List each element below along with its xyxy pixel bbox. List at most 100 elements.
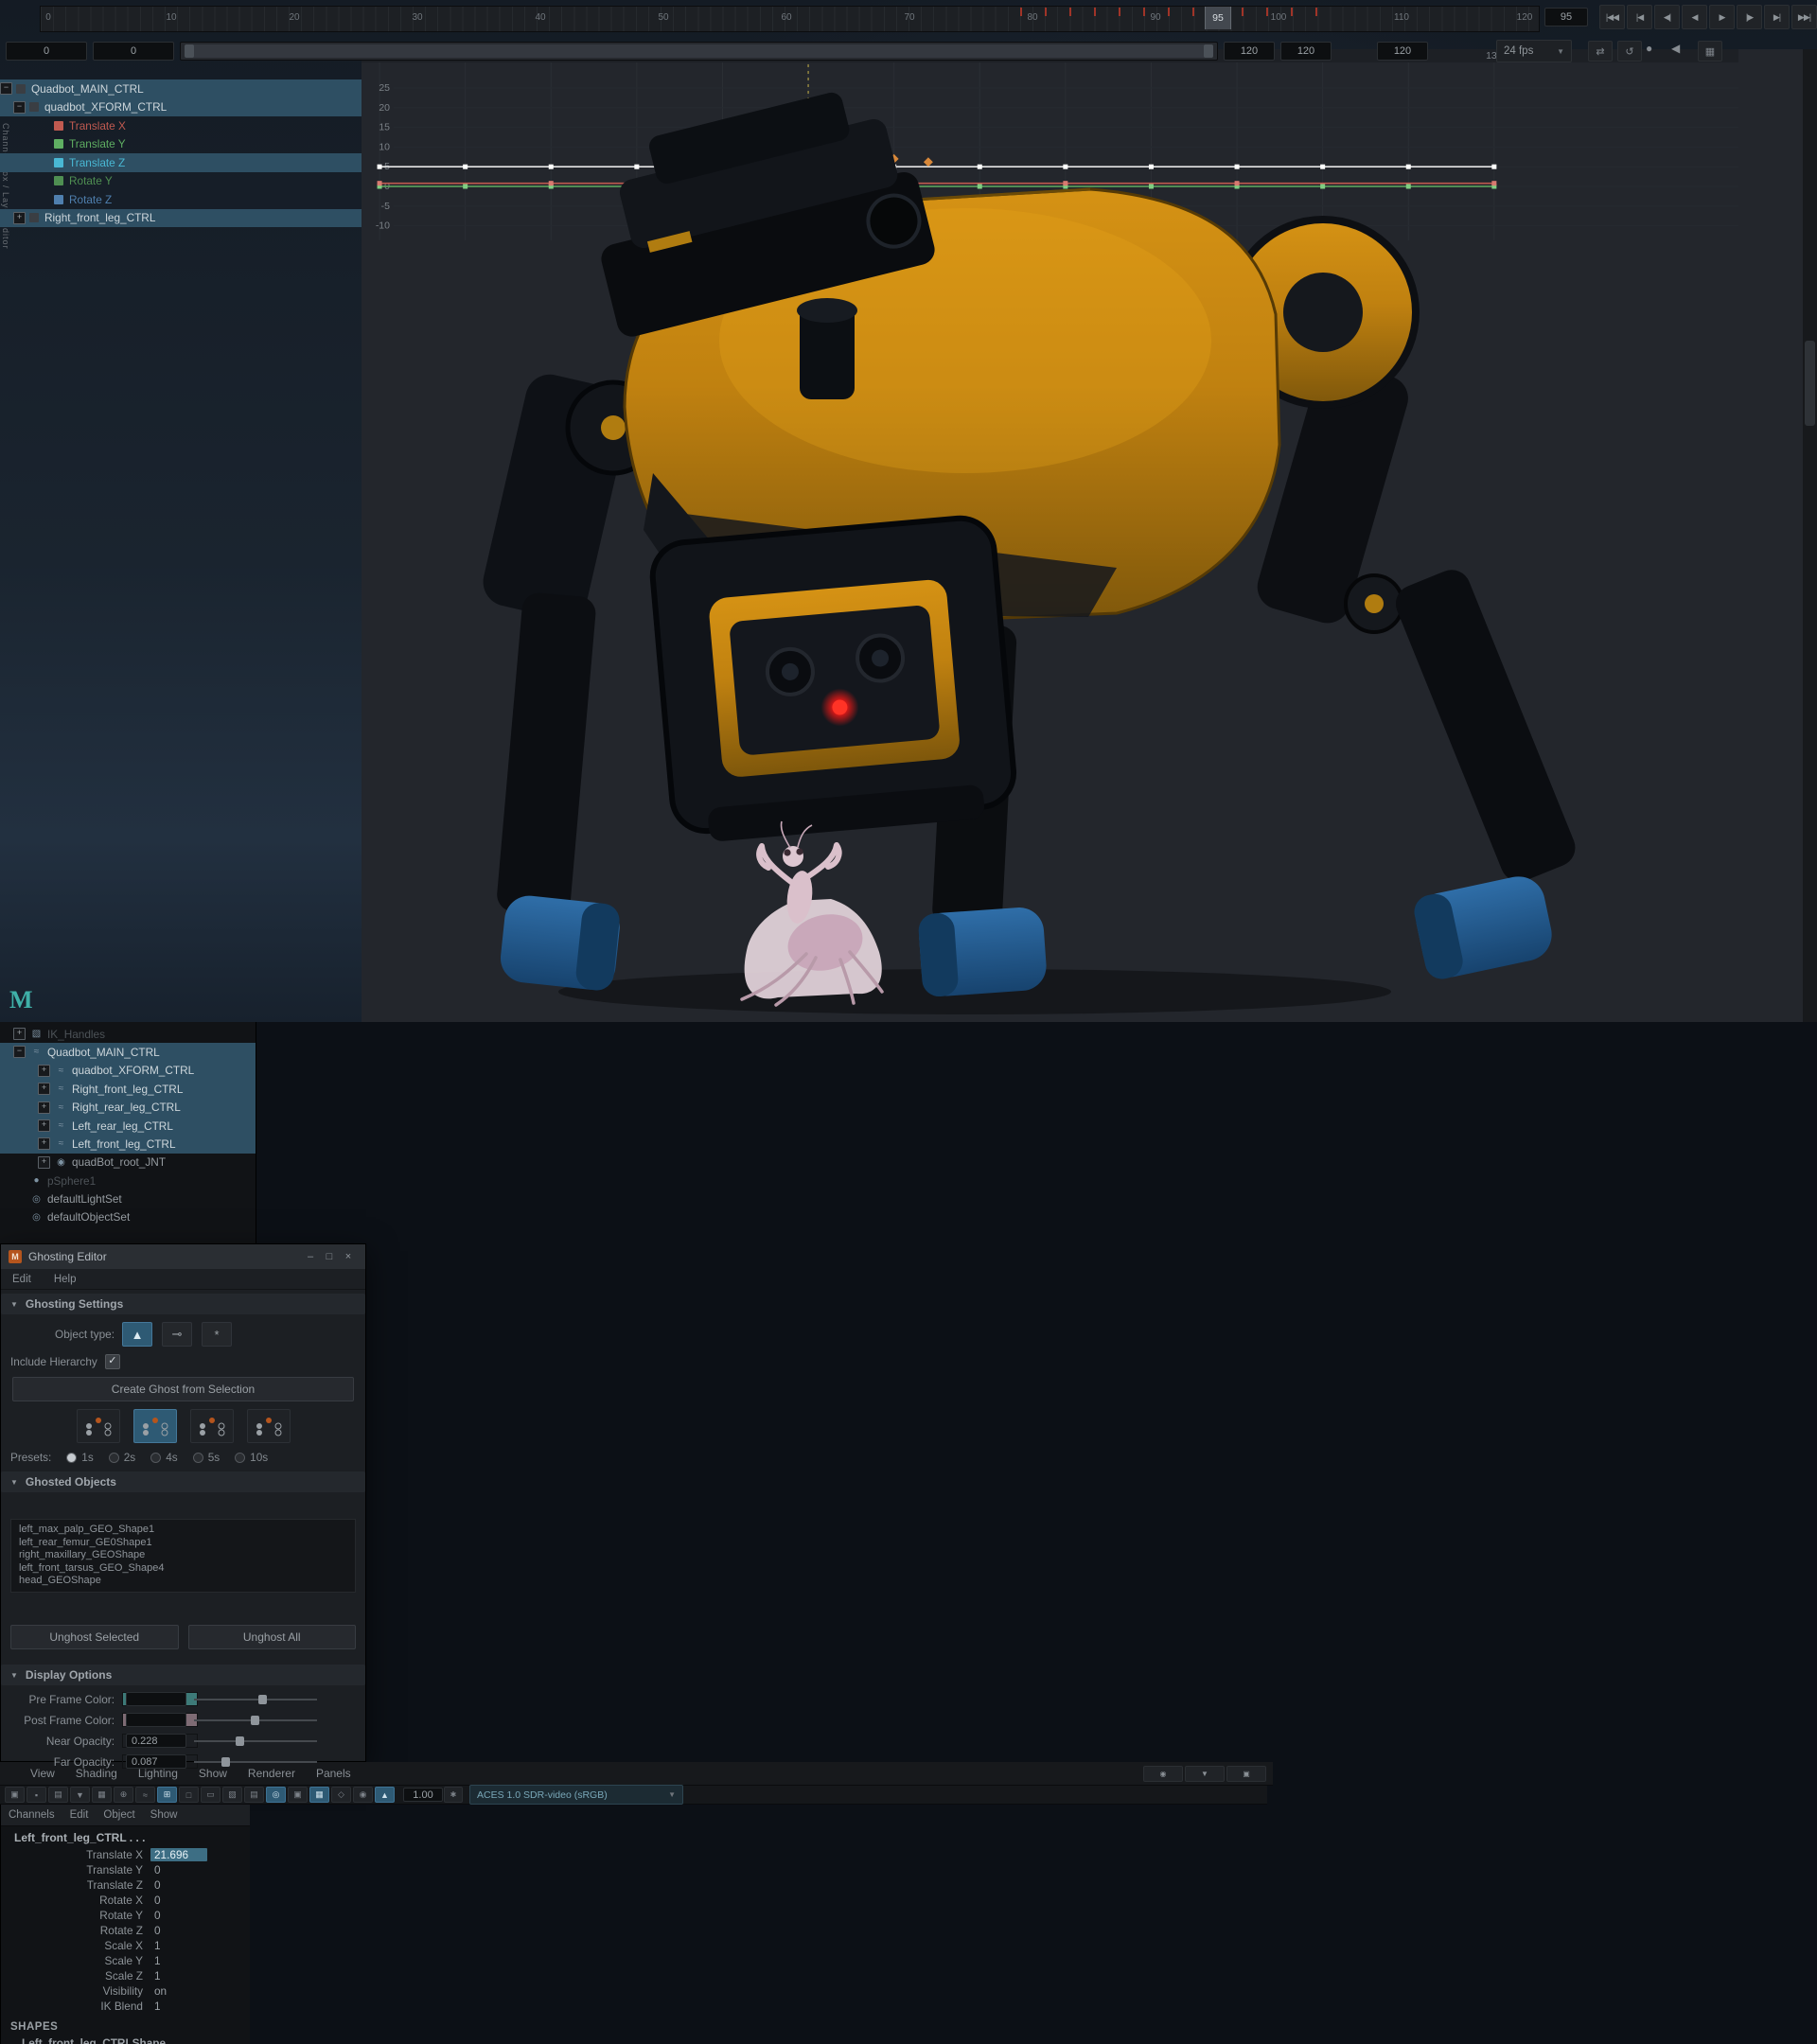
attribute-value[interactable]: 0: [150, 1924, 207, 1937]
keyframe-tick[interactable]: [1242, 8, 1244, 16]
preset-radio[interactable]: 1s: [66, 1451, 93, 1464]
outliner-tree-row[interactable]: + ▧ IK_Handles: [0, 1025, 256, 1043]
field-chart-icon[interactable]: ▤: [244, 1787, 264, 1803]
curve-channel-row[interactable]: − quadbot_XFORM_CTRL: [0, 98, 362, 117]
keyframe-tick[interactable]: [1045, 8, 1047, 16]
camera-attrs-icon[interactable]: ▤: [48, 1787, 68, 1803]
ghosted-object-item[interactable]: left_max_palp_GEO_Shape1: [19, 1524, 347, 1537]
slider-handle[interactable]: [236, 1736, 244, 1746]
anim-prefs-icon[interactable]: ▦: [1698, 41, 1722, 62]
channel-box-object-name[interactable]: Left_front_leg_CTRL . . .: [1, 1826, 250, 1847]
lock-camera-icon[interactable]: ▪: [26, 1787, 46, 1803]
channel-attribute-row[interactable]: IK Blend 1: [1, 1999, 250, 2014]
channel-attribute-row[interactable]: Scale X 1: [1, 1938, 250, 1953]
pan-zoom-icon[interactable]: ⊕: [114, 1787, 133, 1803]
attribute-value[interactable]: 0: [150, 1909, 207, 1922]
keyframe-tick[interactable]: [1315, 8, 1317, 16]
expand-toggle-icon[interactable]: +: [13, 1028, 26, 1040]
keyframe-tick[interactable]: [1143, 8, 1145, 16]
viewport-menu-item[interactable]: Panels: [306, 1767, 362, 1780]
ghosted-object-item[interactable]: left_rear_femur_GE0Shape1: [19, 1537, 347, 1550]
xray-icon[interactable]: ◇: [331, 1787, 351, 1803]
opacity-value-field[interactable]: 0.228: [126, 1734, 186, 1748]
attribute-value[interactable]: 0: [150, 1878, 207, 1892]
curve-channel-row[interactable]: Rotate Z: [0, 190, 362, 209]
keyframe-tick[interactable]: [1069, 8, 1071, 16]
preset-radio[interactable]: 4s: [150, 1451, 177, 1464]
gate-mask-icon[interactable]: ▧: [222, 1787, 242, 1803]
current-frame-field[interactable]: [1544, 8, 1588, 26]
keyframe-tick[interactable]: [1020, 8, 1022, 16]
expand-toggle-icon[interactable]: +: [38, 1156, 50, 1169]
hw-texture-icon[interactable]: ▦: [309, 1787, 329, 1803]
range-end-field[interactable]: [1280, 42, 1332, 61]
safe-action-icon[interactable]: ◎: [266, 1787, 286, 1803]
range-handle-right[interactable]: [1204, 44, 1213, 58]
image-plane-icon[interactable]: ▦: [92, 1787, 112, 1803]
curve-channel-row[interactable]: Rotate Y: [0, 172, 362, 191]
range-start-field[interactable]: [93, 42, 174, 61]
option-slider[interactable]: [194, 1756, 317, 1768]
option-slider[interactable]: [194, 1694, 317, 1705]
sound-icon[interactable]: ◀: [1671, 42, 1694, 61]
aa-icon[interactable]: ▲: [375, 1787, 395, 1803]
channel-attribute-row[interactable]: Rotate X 0: [1, 1893, 250, 1908]
gear-icon[interactable]: ✱: [444, 1787, 463, 1803]
current-time-marker[interactable]: 95: [1205, 7, 1231, 29]
auto-key-icon[interactable]: ●: [1646, 42, 1668, 61]
outliner-tree-row[interactable]: ◎ defaultLightSet: [0, 1189, 256, 1207]
channel-attribute-row[interactable]: Visibility on: [1, 1983, 250, 1999]
range-slider[interactable]: [180, 42, 1218, 61]
keyframe-tick[interactable]: [1094, 8, 1096, 16]
slider-handle[interactable]: [251, 1716, 259, 1725]
outliner-tree-row[interactable]: + ◉ quadBot_root_JNT: [0, 1154, 256, 1172]
attribute-value[interactable]: 21.696: [150, 1848, 207, 1861]
attribute-value[interactable]: on: [150, 1984, 207, 1998]
outliner-tree-row[interactable]: ● pSphere1: [0, 1172, 256, 1189]
channel-attribute-row[interactable]: Rotate Z 0: [1, 1923, 250, 1938]
channel-box-menu-item[interactable]: Show: [143, 1809, 185, 1821]
anim-end-field[interactable]: [1377, 42, 1428, 61]
maximize-button[interactable]: □: [320, 1251, 339, 1262]
attribute-value[interactable]: 1: [150, 2000, 207, 2013]
ghosted-object-item[interactable]: head_GEOShape: [19, 1575, 347, 1588]
channel-attribute-row[interactable]: Scale Z 1: [1, 1968, 250, 1983]
play-forward-button[interactable]: ▶: [1709, 5, 1735, 29]
shape-node-name[interactable]: Left_front_leg_CTRLShape: [1, 2035, 250, 2044]
curve-channel-row[interactable]: + Right_front_leg_CTRL: [0, 209, 362, 228]
maximize-panel-icon[interactable]: ▣: [1226, 1766, 1266, 1782]
keyframe-tick[interactable]: [1192, 8, 1194, 16]
channel-attribute-row[interactable]: Translate Z 0: [1, 1877, 250, 1893]
preset-radio[interactable]: 5s: [193, 1451, 220, 1464]
outliner-tree-row[interactable]: + ≈ Right_rear_leg_CTRL: [0, 1098, 256, 1116]
opacity-value-field[interactable]: 0.087: [126, 1754, 186, 1769]
mesh-type-icon[interactable]: ▲: [122, 1322, 152, 1347]
channel-attribute-row[interactable]: Translate X 21.696: [1, 1847, 250, 1862]
channel-attribute-row[interactable]: Rotate Y 0: [1, 1908, 250, 1923]
slider-handle[interactable]: [258, 1695, 267, 1704]
ghost-preset-after[interactable]: [190, 1409, 234, 1443]
close-button[interactable]: ×: [339, 1251, 358, 1262]
outliner-tree-row[interactable]: + ≈ Left_front_leg_CTRL: [0, 1135, 256, 1153]
exposure-field[interactable]: 1.00: [403, 1788, 443, 1802]
range-handle-left[interactable]: [185, 44, 194, 58]
ghost-preset-keys[interactable]: [247, 1409, 291, 1443]
expand-toggle-icon[interactable]: +: [38, 1137, 50, 1150]
playback-speed-icon[interactable]: ⇄: [1588, 41, 1613, 62]
attribute-value[interactable]: 1: [150, 1969, 207, 1982]
play-backwards-button[interactable]: ◀: [1682, 5, 1707, 29]
ghost-preset-before[interactable]: [77, 1409, 120, 1443]
viewport-menu-item[interactable]: Show: [188, 1767, 238, 1780]
outliner-tree-row[interactable]: − ≈ Quadbot_MAIN_CTRL: [0, 1043, 256, 1061]
curve-channel-row[interactable]: − Quadbot_MAIN_CTRL: [0, 79, 362, 98]
step-forward-frame-button[interactable]: |▶: [1737, 5, 1762, 29]
minimize-button[interactable]: –: [301, 1251, 320, 1262]
step-forward-key-button[interactable]: ▶|: [1764, 5, 1790, 29]
curve-channel-row[interactable]: Translate X: [0, 116, 362, 135]
colorspace-dropdown[interactable]: ACES 1.0 SDR-video (sRGB) ▼: [469, 1785, 683, 1805]
display-options-header[interactable]: ▼ Display Options: [1, 1665, 365, 1685]
channel-box-menu-item[interactable]: Object: [96, 1809, 142, 1821]
ghost-preset-before-after[interactable]: [133, 1409, 177, 1443]
opacity-value-field[interactable]: [126, 1692, 186, 1706]
channel-box-menu-item[interactable]: Edit: [62, 1809, 97, 1821]
